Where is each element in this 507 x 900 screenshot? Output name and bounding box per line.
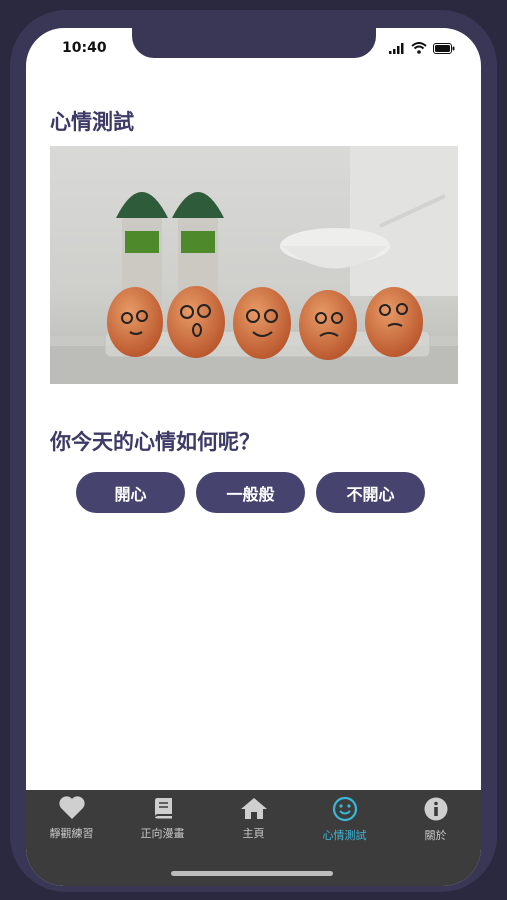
tab-label: 正向漫畫	[140, 827, 185, 840]
mood-hero-image	[50, 146, 458, 384]
mood-neutral-button[interactable]: 一般般	[196, 472, 305, 513]
heart-icon	[58, 796, 85, 819]
battery-icon	[433, 42, 455, 54]
page-title: 心情測試	[50, 110, 134, 134]
smiley-icon	[332, 796, 357, 822]
tab-mindfulness[interactable]: 靜觀練習	[26, 796, 117, 848]
home-indicator	[171, 871, 333, 876]
tab-label: 主頁	[242, 827, 265, 840]
mood-happy-button[interactable]: 開心	[76, 472, 185, 513]
status-icons	[389, 42, 455, 54]
tab-label: 心情測試	[322, 829, 367, 842]
bottom-tab-bar: 靜觀練習 正向漫畫 主頁 心情測試 關於	[26, 790, 481, 886]
tab-label: 靜觀練習	[49, 827, 94, 840]
signal-icon	[389, 42, 404, 54]
tab-positive-comics[interactable]: 正向漫畫	[117, 796, 208, 848]
mood-options: 開心 一般般 不開心	[76, 472, 425, 513]
status-time: 10:40	[62, 40, 107, 56]
tab-mood-test[interactable]: 心情測試	[299, 796, 390, 848]
book-icon	[154, 798, 172, 819]
tab-home[interactable]: 主頁	[208, 796, 299, 848]
wifi-icon	[411, 42, 427, 54]
mood-unhappy-button[interactable]: 不開心	[316, 472, 425, 513]
info-icon	[424, 797, 447, 821]
app-screen: 10:40 心情測試 你今天的心情如何呢？ 開心 一般般 不開心 靜觀練習 正向…	[26, 28, 481, 886]
notch	[132, 28, 376, 58]
mood-question: 你今天的心情如何呢？	[50, 430, 260, 454]
tab-about[interactable]: 關於	[390, 796, 481, 848]
home-icon	[240, 798, 267, 819]
tab-label: 關於	[424, 829, 447, 842]
